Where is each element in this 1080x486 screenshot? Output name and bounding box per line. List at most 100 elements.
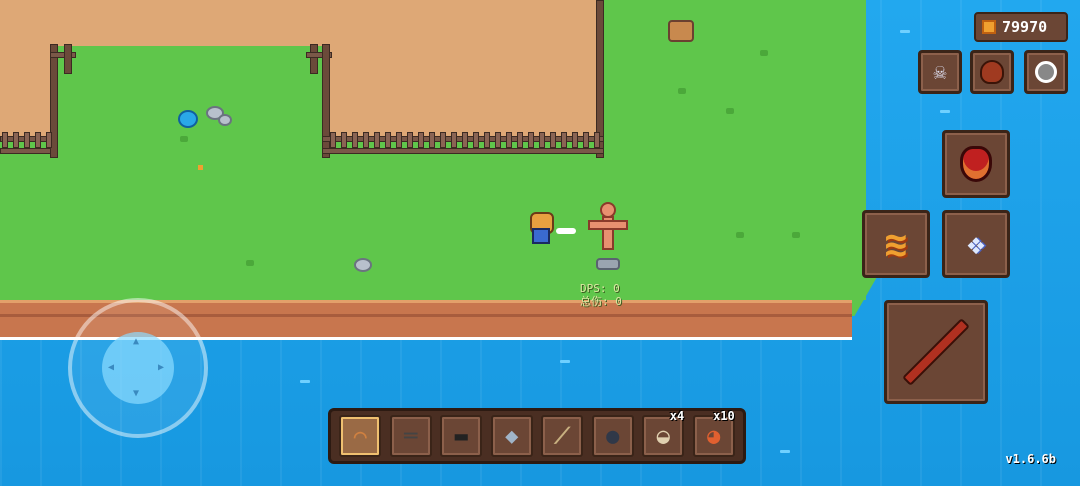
- training-dummy: [588, 202, 628, 270]
- fence-picket: [352, 132, 358, 148]
- small-rock: [354, 258, 372, 272]
- potion-icon: [960, 146, 992, 182]
- grass-tuft: [180, 136, 188, 142]
- arrow-down-icon: ▼: [133, 388, 140, 399]
- hotbar-slot-7[interactable]: ◒ x4: [642, 409, 685, 457]
- fence-picket: [374, 132, 380, 148]
- fence-picket: [506, 132, 512, 148]
- coin-icon: [982, 20, 996, 34]
- potion-button[interactable]: [942, 130, 1010, 198]
- rifle-icon: ═: [404, 423, 418, 449]
- fence-picket: [396, 132, 402, 148]
- arrow-left-icon: ◀: [108, 362, 115, 373]
- coin-drop: [198, 165, 203, 170]
- fence-picket: [46, 132, 52, 148]
- ghost-button[interactable]: ☠: [918, 50, 962, 94]
- fence-picket: [330, 132, 336, 148]
- water-ripple: [560, 360, 570, 363]
- hotbar-slot-2[interactable]: ═: [389, 415, 432, 457]
- arrow-up-icon: ▲: [133, 336, 140, 347]
- fence-picket: [407, 132, 413, 148]
- fence-picket: [528, 132, 534, 148]
- fence-picket: [495, 132, 501, 148]
- fishing-rod-icon: [902, 318, 970, 386]
- grass-tuft: [246, 260, 254, 266]
- tree-stump: [668, 20, 694, 42]
- coin-amount: 79970: [1002, 18, 1048, 36]
- grass-tuft: [736, 232, 744, 238]
- slot-count: x10: [713, 409, 735, 423]
- fence-picket: [462, 132, 468, 148]
- hotbar-slot-8[interactable]: ◕ x10: [692, 409, 735, 457]
- fence-picket: [363, 132, 369, 148]
- aim-button[interactable]: [1024, 50, 1068, 94]
- player-character: [528, 212, 554, 244]
- minigun-icon: ▬: [454, 423, 468, 449]
- fence-picket: [484, 132, 490, 148]
- arrow-right-icon: ▶: [158, 362, 165, 373]
- hotbar-slot-6[interactable]: ●: [591, 415, 634, 457]
- water-ripple: [940, 110, 950, 113]
- fence-picket: [418, 132, 424, 148]
- blue-slime: [178, 110, 198, 128]
- hotbar: ⌒ ═ ▬ ◆ ⟋ ● ◒ x4 ◕ x10: [328, 408, 746, 464]
- fence-picket: [583, 132, 589, 148]
- fence-picket: [451, 132, 457, 148]
- fence-picket: [13, 132, 19, 148]
- frying-pan-icon: ●: [606, 423, 620, 449]
- total-damage-label: 总伤: 0: [580, 295, 622, 308]
- bow-icon: ⌒: [353, 423, 367, 449]
- dirt-patch-left: [0, 0, 56, 140]
- claw-attack-button[interactable]: ≋: [862, 210, 930, 278]
- slot-count: x4: [669, 409, 685, 423]
- fence-post: [310, 44, 318, 74]
- fence-picket: [341, 132, 347, 148]
- bowl-icon: ◒: [656, 423, 670, 449]
- dps-label: DPS: 0: [580, 282, 620, 295]
- swing-effect: [556, 228, 576, 234]
- fence-rail: [322, 148, 604, 154]
- fence-picket: [594, 132, 600, 148]
- version-label: v1.6.6b: [1005, 452, 1056, 466]
- fence-picket: [429, 132, 435, 148]
- grass-tuft: [678, 88, 686, 94]
- fence-picket: [517, 132, 523, 148]
- water-ripple: [780, 450, 790, 453]
- dirt-patch-top: [56, 0, 326, 46]
- hotbar-slot-3[interactable]: ▬: [440, 415, 483, 457]
- fish-icon: ◆: [505, 423, 519, 449]
- water-ripple: [300, 380, 310, 383]
- grass-tuft: [760, 50, 768, 56]
- fence-picket: [24, 132, 30, 148]
- aim-icon: [1035, 61, 1057, 83]
- sword-icon: ⟋: [554, 423, 570, 449]
- fence-picket: [572, 132, 578, 148]
- fishing-rod-button[interactable]: [884, 300, 988, 404]
- dirt-patch-right: [326, 0, 602, 140]
- boxing-glove-icon: [980, 60, 1004, 84]
- fence-picket: [35, 132, 41, 148]
- fence-picket: [440, 132, 446, 148]
- ghost-icon: ☠: [933, 59, 947, 85]
- fence-rail: [50, 52, 76, 58]
- claw-slash-icon: ≋: [884, 222, 908, 266]
- fence-picket: [539, 132, 545, 148]
- pizza-icon: ◕: [707, 423, 721, 449]
- water-ripple: [900, 30, 910, 33]
- fence-picket: [550, 132, 556, 148]
- small-rock: [218, 114, 232, 126]
- fence-picket: [385, 132, 391, 148]
- hotbar-slot-5[interactable]: ⟋: [541, 415, 584, 457]
- damage-stats: DPS: 0 总伤: 0: [580, 282, 622, 308]
- hotbar-slot-1[interactable]: ⌒: [339, 415, 382, 457]
- coin-counter: 79970: [974, 12, 1068, 42]
- fence-picket: [473, 132, 479, 148]
- fence-picket: [561, 132, 567, 148]
- dash-icon: ❖: [966, 226, 986, 262]
- grass-tuft: [792, 232, 800, 238]
- grass-tuft: [726, 108, 734, 114]
- fence-post: [64, 44, 72, 74]
- hotbar-slot-4[interactable]: ◆: [490, 415, 533, 457]
- dash-button[interactable]: ❖: [942, 210, 1010, 278]
- boxing-glove-button[interactable]: [970, 50, 1014, 94]
